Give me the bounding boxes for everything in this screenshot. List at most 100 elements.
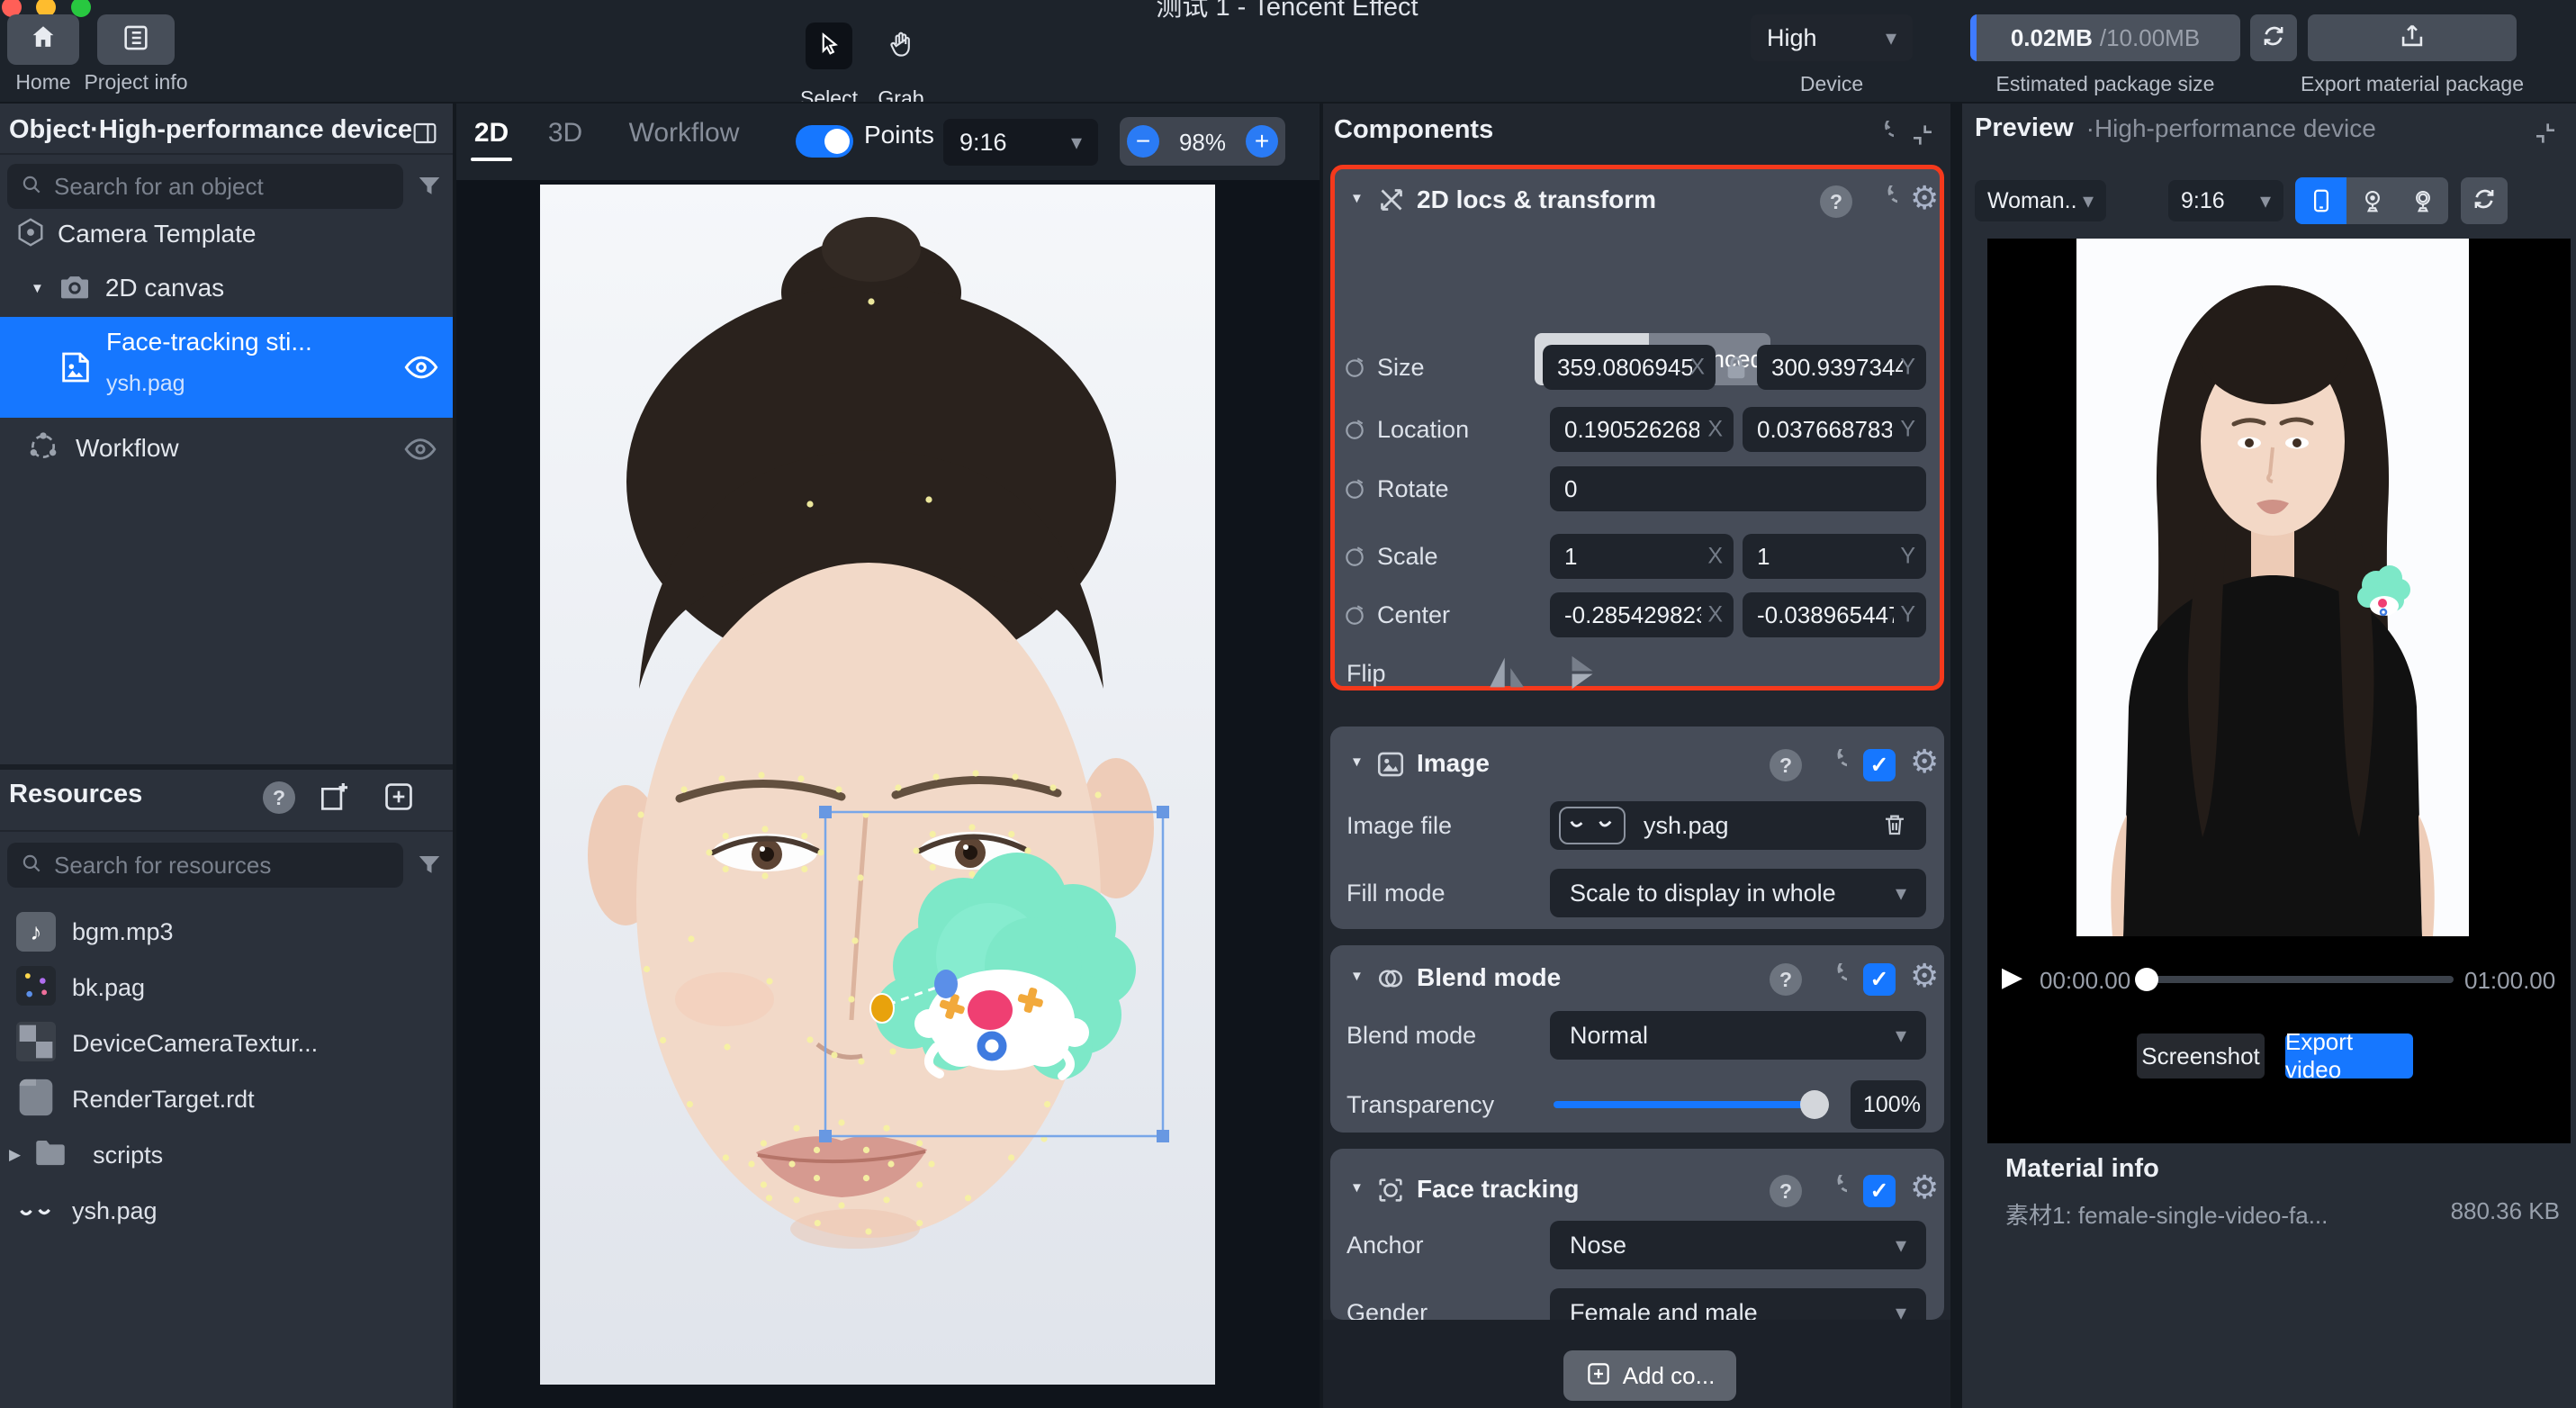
timeline-slider[interactable] <box>2142 976 2454 983</box>
location-y-input[interactable]: 0.037668783 Y <box>1743 407 1926 452</box>
source-camera-back-button[interactable] <box>2398 177 2448 224</box>
tab-3d[interactable]: 3D <box>542 118 589 149</box>
preview-model-select[interactable]: Woman... <box>1975 180 2106 221</box>
delete-image-icon[interactable] <box>1881 811 1908 843</box>
resource-item-scripts[interactable]: scripts <box>0 1127 455 1183</box>
components-reset-icon[interactable] <box>1865 121 1894 154</box>
keyframe-icon[interactable] <box>1343 545 1366 573</box>
section-reset-icon[interactable] <box>1816 1175 1847 1210</box>
preview-aspect-select[interactable]: 9:16 <box>2168 180 2283 221</box>
scale-x-input[interactable]: 1 X <box>1550 534 1734 579</box>
section-reset-icon[interactable] <box>1816 963 1847 998</box>
canvas-2d[interactable] <box>540 185 1215 1385</box>
section-help-icon[interactable] <box>1770 963 1802 996</box>
tree-item-workflow[interactable]: Workflow <box>0 425 455 472</box>
image-file-thumbnail[interactable] <box>1559 807 1626 844</box>
screenshot-button[interactable]: Screenshot <box>2137 1033 2265 1079</box>
scale-y-input[interactable]: 1 Y <box>1743 534 1926 579</box>
keyframe-icon[interactable] <box>1343 477 1366 505</box>
size-x-input[interactable]: 359.0806945 X <box>1543 345 1716 390</box>
new-folder-icon[interactable] <box>317 780 351 818</box>
location-x-input[interactable]: 0.190526268 X <box>1550 407 1734 452</box>
project-info-button[interactable] <box>97 14 175 65</box>
tab-workflow[interactable]: Workflow <box>621 118 747 149</box>
collapse-section-icon[interactable] <box>1350 191 1364 206</box>
resource-item-ysh[interactable]: ysh.pag <box>0 1183 455 1239</box>
preview-video-area[interactable] <box>1987 239 2571 1143</box>
refresh-package-button[interactable] <box>2250 14 2297 61</box>
section-enabled-checkbox[interactable] <box>1863 749 1896 781</box>
lock-ratio-icon[interactable] <box>1723 353 1750 388</box>
section-settings-icon[interactable] <box>1910 960 1939 992</box>
keyframe-icon[interactable] <box>1343 356 1366 384</box>
section-help-icon[interactable] <box>1770 749 1802 781</box>
resources-search-input[interactable] <box>52 851 391 880</box>
object-search-input[interactable] <box>52 172 391 202</box>
center-x-input[interactable]: -0.285429823 X <box>1550 592 1734 637</box>
zoom-in-button[interactable]: + <box>1246 125 1278 158</box>
resources-filter-icon[interactable] <box>416 852 443 883</box>
keyframe-icon[interactable] <box>1343 603 1366 631</box>
source-device-button[interactable] <box>2295 177 2346 224</box>
aspect-select[interactable]: 9:16 <box>943 119 1098 166</box>
fill-mode-select[interactable]: Scale to display in whole <box>1550 869 1926 917</box>
preview-refresh-button[interactable] <box>2461 177 2508 224</box>
device-select[interactable]: High <box>1751 14 1913 61</box>
tree-item-face-sticker-selected[interactable]: Face-tracking sti... ysh.pag <box>0 317 455 418</box>
expand-arrow-icon[interactable] <box>9 1146 21 1164</box>
resources-help-icon[interactable] <box>263 781 295 814</box>
tree-item-camera-template[interactable]: Camera Template <box>0 211 455 257</box>
object-search[interactable] <box>7 164 403 209</box>
section-settings-icon[interactable] <box>1910 182 1939 214</box>
flip-horizontal-icon[interactable] <box>1487 652 1528 698</box>
keyframe-icon[interactable] <box>1343 418 1366 446</box>
size-y-input[interactable]: 300.9397344 Y <box>1757 345 1926 390</box>
visibility-eye-icon[interactable] <box>403 432 437 471</box>
collapse-section-icon[interactable] <box>1350 754 1364 770</box>
expand-arrow-icon[interactable] <box>31 281 44 296</box>
section-reset-icon[interactable] <box>1867 185 1897 221</box>
tree-item-2d-canvas[interactable]: 2D canvas <box>0 265 455 311</box>
timeline-knob[interactable] <box>2135 968 2158 991</box>
object-filter-icon[interactable] <box>416 173 443 204</box>
object-panel-collapse-icon[interactable] <box>410 119 439 152</box>
blend-mode-select[interactable]: Normal <box>1550 1011 1926 1060</box>
home-button[interactable] <box>7 14 79 65</box>
grab-tool-button[interactable] <box>878 23 924 69</box>
export-package-button[interactable] <box>2308 14 2517 61</box>
resource-item-device-camera-texture[interactable]: DeviceCameraTextur... <box>0 1015 455 1071</box>
components-collapse-icon[interactable] <box>1908 121 1937 154</box>
resources-search[interactable] <box>7 843 403 888</box>
anchor-select[interactable]: Nose <box>1550 1221 1926 1269</box>
center-y-input[interactable]: -0.038965447 Y <box>1743 592 1926 637</box>
collapse-section-icon[interactable] <box>1350 1180 1364 1196</box>
add-component-button[interactable]: Add co... <box>1563 1350 1736 1401</box>
transparency-slider[interactable] <box>1554 1101 1824 1108</box>
rotate-input[interactable]: 0 <box>1550 466 1926 511</box>
section-settings-icon[interactable] <box>1910 1171 1939 1204</box>
resource-item-bk[interactable]: bk.pag <box>0 960 455 1015</box>
image-file-input[interactable]: ysh.pag <box>1550 801 1926 850</box>
section-enabled-checkbox[interactable] <box>1863 1175 1896 1207</box>
points-toggle[interactable] <box>796 125 853 158</box>
play-button[interactable] <box>2002 961 2022 993</box>
section-help-icon[interactable] <box>1770 1175 1802 1207</box>
section-help-icon[interactable] <box>1820 185 1852 218</box>
resource-item-bgm[interactable]: bgm.mp3 <box>0 904 455 960</box>
section-settings-icon[interactable] <box>1910 745 1939 778</box>
collapse-section-icon[interactable] <box>1350 969 1364 984</box>
flip-vertical-icon[interactable] <box>1566 652 1608 698</box>
preview-collapse-icon[interactable] <box>2531 119 2560 152</box>
visibility-eye-icon[interactable] <box>403 349 439 390</box>
tab-2d[interactable]: 2D <box>468 118 515 161</box>
section-enabled-checkbox[interactable] <box>1863 963 1896 996</box>
select-tool-button[interactable] <box>806 23 852 69</box>
section-reset-icon[interactable] <box>1816 749 1847 784</box>
transparency-value-box[interactable]: 100% <box>1851 1080 1926 1129</box>
source-camera-front-button[interactable] <box>2346 177 2398 224</box>
export-video-button[interactable]: Export video <box>2285 1033 2413 1079</box>
add-resource-icon[interactable] <box>382 780 416 818</box>
zoom-out-button[interactable]: − <box>1127 125 1159 158</box>
resource-item-render-target[interactable]: RenderTarget.rdt <box>0 1071 455 1127</box>
transparency-slider-knob[interactable] <box>1800 1090 1829 1119</box>
